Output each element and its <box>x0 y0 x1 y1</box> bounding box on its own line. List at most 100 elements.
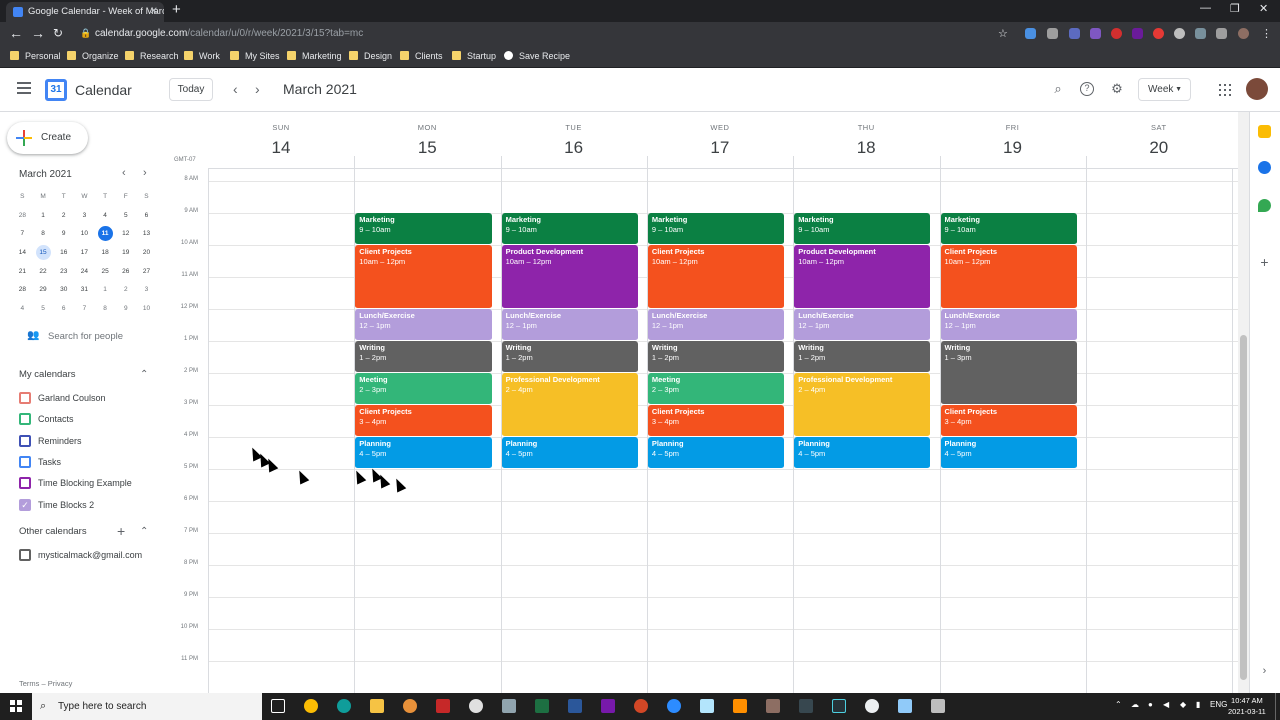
mini-day[interactable]: 20 <box>136 244 157 263</box>
collapse-chevron-icon[interactable]: ⌃ <box>140 526 148 537</box>
event-block[interactable]: Planning 4 – 5pm <box>501 437 638 469</box>
mini-day[interactable]: 4 <box>12 300 33 319</box>
calendar-list-item[interactable]: Contacts <box>19 413 74 427</box>
mini-day[interactable]: 7 <box>12 225 33 244</box>
bookmark-item[interactable]: Clients <box>400 51 443 61</box>
mini-day[interactable]: 16 <box>53 244 74 263</box>
event-block[interactable]: Professional Development 2 – 4pm <box>501 373 638 437</box>
day-number[interactable]: 15 <box>354 138 500 158</box>
calendar-list-item[interactable]: Garland Coulson <box>19 392 106 406</box>
calendar-list-item[interactable]: mysticalmack@gmail.com <box>19 549 142 563</box>
bookmark-item[interactable]: Organize <box>67 51 119 61</box>
mini-day[interactable]: 10 <box>74 225 95 244</box>
event-block[interactable]: Client Projects 10am – 12pm <box>355 245 492 309</box>
mini-day[interactable]: 2 <box>115 281 136 300</box>
event-block[interactable]: Lunch/Exercise 12 – 1pm <box>647 309 785 341</box>
add-addon-icon[interactable]: + <box>1258 255 1271 269</box>
extension-icon[interactable] <box>1153 28 1164 39</box>
checkbox-icon[interactable]: ✓ <box>19 498 31 511</box>
mini-day[interactable]: 5 <box>33 300 54 319</box>
app-icon[interactable] <box>469 699 483 713</box>
app-icon[interactable] <box>700 699 714 713</box>
help-icon[interactable]: ? <box>1080 82 1094 96</box>
onenote-icon[interactable] <box>601 699 615 713</box>
my-calendars-title[interactable]: My calendars <box>19 369 76 380</box>
create-button[interactable]: Create <box>7 122 88 154</box>
event-block[interactable]: Product Development 10am – 12pm <box>794 245 931 309</box>
event-block[interactable]: Client Projects 10am – 12pm <box>647 245 785 309</box>
bookmark-item[interactable]: Startup <box>452 51 496 61</box>
extension-icon[interactable] <box>1047 28 1058 39</box>
mini-day[interactable]: 6 <box>53 300 74 319</box>
mini-day[interactable]: 28 <box>12 281 33 300</box>
mini-day[interactable]: 4 <box>95 207 116 226</box>
event-block[interactable]: Meeting 2 – 3pm <box>355 373 492 405</box>
extension-icon[interactable] <box>1025 28 1036 39</box>
mini-day[interactable]: 21 <box>12 263 33 282</box>
zoom-icon[interactable] <box>667 699 681 713</box>
view-selector[interactable]: Week ▼ <box>1138 78 1191 101</box>
day-header[interactable]: FRI 19 <box>940 112 1086 168</box>
mini-day[interactable]: 25 <box>95 263 116 282</box>
event-block[interactable]: Writing 1 – 2pm <box>794 341 931 373</box>
mini-day[interactable]: 6 <box>136 207 157 226</box>
mini-day[interactable]: 29 <box>33 281 54 300</box>
event-block[interactable]: Meeting 2 – 3pm <box>647 373 785 405</box>
extensions-puzzle-icon[interactable] <box>1216 28 1227 39</box>
mini-day[interactable]: 5 <box>115 207 136 226</box>
day-number[interactable]: 20 <box>1086 138 1232 158</box>
mini-day[interactable]: 22 <box>33 263 54 282</box>
mini-day[interactable]: 14 <box>12 244 33 263</box>
time-grid[interactable]: Marketing 9 – 10am Client Projects 10am – 1… <box>208 168 1238 693</box>
event-block[interactable]: Lunch/Exercise 12 – 1pm <box>940 309 1077 341</box>
mini-day[interactable]: 19 <box>115 244 136 263</box>
bookmark-item[interactable]: Research <box>125 51 179 61</box>
extension-icon[interactable] <box>1132 28 1143 39</box>
back-icon[interactable]: ← <box>9 25 23 41</box>
event-block[interactable]: Marketing 9 – 10am <box>355 213 492 245</box>
vlc-icon[interactable] <box>733 699 747 713</box>
search-people-input[interactable]: Search for people <box>48 331 123 342</box>
event-block[interactable]: Writing 1 – 3pm <box>940 341 1077 405</box>
file-explorer-icon[interactable] <box>370 699 384 713</box>
forward-icon[interactable]: → <box>31 25 45 41</box>
mini-day[interactable]: 27 <box>136 263 157 282</box>
day-header[interactable]: SUN 14 <box>208 112 354 168</box>
speaker-icon[interactable]: ◀ <box>1163 700 1169 709</box>
restore-icon[interactable]: ❐ <box>1230 2 1240 15</box>
mini-day[interactable]: 17 <box>74 244 95 263</box>
close-window-icon[interactable]: ✕ <box>1259 2 1268 15</box>
mini-day[interactable]: 3 <box>74 207 95 226</box>
calculator-icon[interactable] <box>502 699 516 713</box>
keep-icon[interactable] <box>1258 125 1271 138</box>
add-calendar-icon[interactable]: + <box>117 523 125 539</box>
expand-panel-icon[interactable]: › <box>1258 665 1271 678</box>
next-week-icon[interactable]: › <box>255 81 260 97</box>
day-number[interactable]: 17 <box>647 138 793 158</box>
excel-icon[interactable] <box>535 699 549 713</box>
mini-day[interactable]: 30 <box>53 281 74 300</box>
app-icon[interactable] <box>403 699 417 713</box>
extension-icon[interactable] <box>1069 28 1080 39</box>
event-block[interactable]: Marketing 9 – 10am <box>647 213 785 245</box>
mini-day[interactable]: 8 <box>95 300 116 319</box>
reload-icon[interactable]: ↻ <box>53 26 63 40</box>
app-icon[interactable] <box>898 699 912 713</box>
event-block[interactable]: Marketing 9 – 10am <box>501 213 638 245</box>
mini-day[interactable]: 1 <box>33 207 54 226</box>
mini-day[interactable]: 10 <box>136 300 157 319</box>
mini-day[interactable]: 9 <box>115 300 136 319</box>
close-tab-icon[interactable]: ✕ <box>150 2 158 22</box>
bookmark-item[interactable]: My Sites <box>230 51 280 61</box>
show-desktop-button[interactable] <box>1275 693 1276 720</box>
mini-day[interactable]: 31 <box>74 281 95 300</box>
mini-day[interactable]: 9 <box>53 225 74 244</box>
mini-day[interactable]: 1 <box>95 281 116 300</box>
mini-day[interactable]: 23 <box>53 263 74 282</box>
language-indicator[interactable]: ENG <box>1210 700 1227 709</box>
browser-menu-icon[interactable]: ⋮ <box>1261 27 1272 40</box>
day-header[interactable]: WED 17 <box>647 112 793 168</box>
extension-icon[interactable] <box>1090 28 1101 39</box>
checkbox-icon[interactable] <box>19 413 31 426</box>
new-tab-icon[interactable]: + <box>172 1 181 18</box>
